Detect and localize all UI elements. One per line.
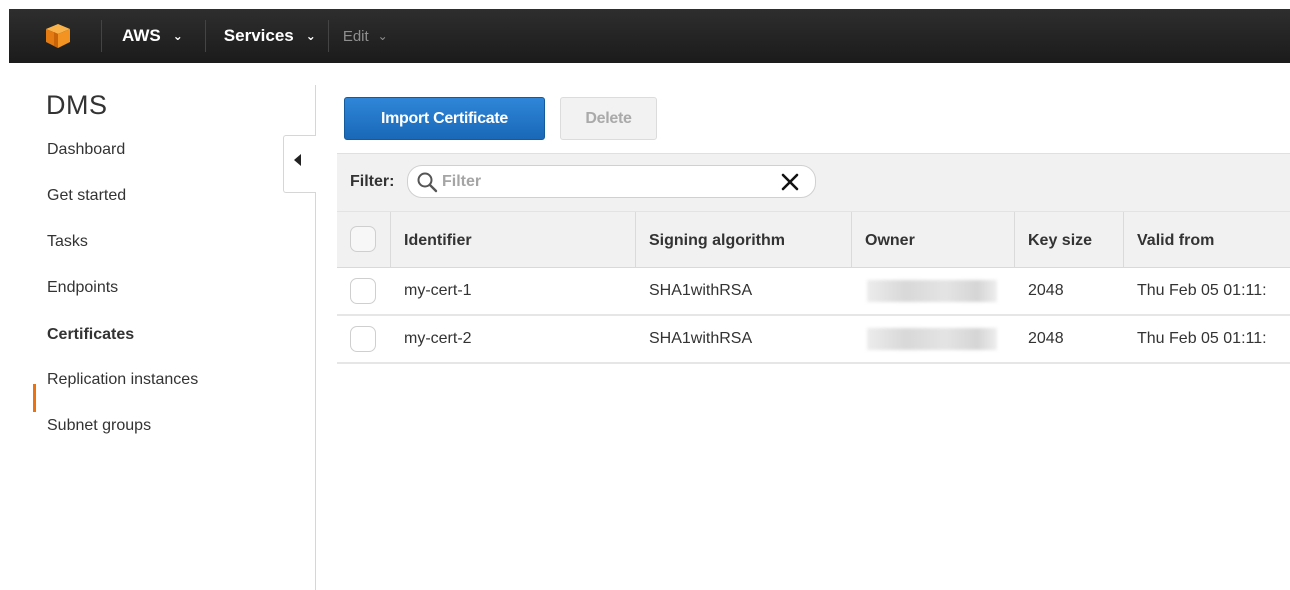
column-header-key-size[interactable]: Key size <box>1014 212 1123 269</box>
column-header-identifier[interactable]: Identifier <box>390 212 635 269</box>
cell-identifier: my-cert-2 <box>404 330 472 347</box>
certificates-table: Identifier Signing algorithm Owner Key s… <box>337 211 1290 364</box>
filter-label: Filter: <box>350 173 395 190</box>
table-header: Identifier Signing algorithm Owner Key s… <box>337 211 1290 269</box>
aws-logo[interactable] <box>9 9 101 63</box>
cell-valid-from: Thu Feb 05 01:11: <box>1137 330 1267 347</box>
edit-menu-label: Edit <box>342 27 369 45</box>
cell-key-size: 2048 <box>1028 330 1064 347</box>
sidebar-item-get-started[interactable]: Get started <box>47 187 126 205</box>
row-checkbox[interactable] <box>350 278 376 304</box>
service-title: DMS <box>46 90 108 120</box>
table-row[interactable]: my-cert-1 SHA1withRSA 2048 Thu Feb 05 01… <box>337 268 1290 316</box>
close-icon[interactable] <box>779 171 801 193</box>
chevron-down-icon: ⌄ <box>377 29 388 43</box>
sidebar-item-subnet-groups[interactable]: Subnet groups <box>47 417 151 435</box>
aws-menu[interactable]: AWS ⌄ <box>102 9 205 63</box>
filter-input[interactable] <box>442 169 772 195</box>
services-menu[interactable]: Services ⌄ <box>206 9 328 63</box>
sidebar-item-endpoints[interactable]: Endpoints <box>47 279 118 297</box>
table-row[interactable]: my-cert-2 SHA1withRSA 2048 Thu Feb 05 01… <box>337 316 1290 364</box>
sidebar-item-certificates[interactable]: Certificates <box>47 326 134 344</box>
column-header-valid-from[interactable]: Valid from <box>1123 212 1290 269</box>
import-certificate-button[interactable]: Import Certificate <box>344 97 545 140</box>
row-checkbox[interactable] <box>350 326 376 352</box>
active-indicator <box>33 384 36 412</box>
redacted-owner <box>867 280 997 302</box>
sidebar-item-replication-instances[interactable]: Replication instances <box>47 371 198 389</box>
cell-signing-algorithm: SHA1withRSA <box>649 282 753 299</box>
cell-key-size: 2048 <box>1028 282 1064 299</box>
aws-cube-icon <box>46 24 70 48</box>
edit-menu[interactable]: Edit ⌄ <box>329 9 388 63</box>
search-icon <box>417 172 438 193</box>
chevron-down-icon: ⌄ <box>305 29 316 43</box>
caret-left-icon <box>293 154 301 166</box>
cell-signing-algorithm: SHA1withRSA <box>649 330 753 347</box>
sidebar-item-dashboard[interactable]: Dashboard <box>47 141 125 159</box>
sidebar-item-tasks[interactable]: Tasks <box>47 233 88 251</box>
sidebar: DMS Dashboard Get started Tasks Endpoint… <box>0 63 316 590</box>
delete-button[interactable]: Delete <box>560 97 657 140</box>
column-header-signing-algorithm[interactable]: Signing algorithm <box>635 212 851 269</box>
top-navigation-bar: AWS ⌄ Services ⌄ Edit ⌄ <box>9 9 1290 63</box>
filter-bar: Filter: <box>337 153 1290 211</box>
select-all-checkbox[interactable] <box>350 226 376 252</box>
column-header-owner[interactable]: Owner <box>851 212 1015 269</box>
filter-field[interactable] <box>407 165 816 198</box>
cell-valid-from: Thu Feb 05 01:11: <box>1137 282 1267 299</box>
cell-identifier: my-cert-1 <box>404 282 472 299</box>
aws-menu-label: AWS <box>122 26 161 45</box>
collapse-sidebar-button[interactable] <box>283 135 316 193</box>
services-menu-label: Services <box>223 26 294 45</box>
chevron-down-icon: ⌄ <box>172 29 183 43</box>
redacted-owner <box>867 328 997 350</box>
